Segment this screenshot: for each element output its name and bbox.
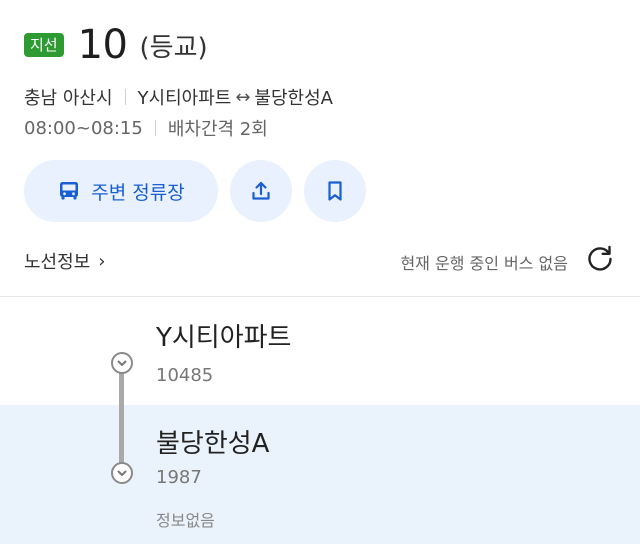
bidirectional-arrow-icon: ↔ bbox=[235, 86, 251, 108]
stop-name: 불당한성A bbox=[156, 429, 270, 459]
nearby-stops-button[interactable]: 주변 정류장 bbox=[24, 160, 218, 222]
refresh-button[interactable] bbox=[584, 242, 616, 274]
stop-node-chevron-down-icon bbox=[111, 352, 133, 374]
arrival-info-text: 정보없음 bbox=[156, 511, 215, 530]
stop-row[interactable]: 불당한성A 1987 정보없음 bbox=[0, 405, 640, 544]
operating-hours: 08:00~08:15 bbox=[24, 117, 143, 139]
action-buttons: 주변 정류장 bbox=[24, 160, 366, 222]
bookmark-button[interactable] bbox=[304, 160, 366, 222]
bus-icon bbox=[57, 179, 81, 203]
chevron-right-icon: › bbox=[98, 250, 106, 272]
stop-row[interactable]: Y시티아파트 10485 bbox=[0, 297, 640, 405]
divider bbox=[124, 89, 126, 105]
stop-node-chevron-down-icon bbox=[111, 462, 133, 484]
route-subtitle: (등교) bbox=[139, 32, 208, 63]
share-icon bbox=[249, 179, 273, 203]
route-summary: 충남 아산시 Y시티아파트 ↔ 불당한성A bbox=[24, 84, 333, 110]
bookmark-icon bbox=[323, 179, 347, 203]
route-number: 10 bbox=[77, 22, 128, 68]
stop-id: 10485 bbox=[156, 365, 214, 386]
share-button[interactable] bbox=[230, 160, 292, 222]
route-info-label: 노선정보 bbox=[24, 252, 91, 273]
origin-label: Y시티아파트 bbox=[137, 88, 232, 109]
refresh-icon bbox=[584, 242, 616, 274]
route-info-link[interactable]: 노선정보 › bbox=[24, 248, 105, 274]
route-header: 지선 10 (등교) bbox=[24, 22, 208, 68]
divider bbox=[154, 120, 156, 136]
destination-label: 불당한성A bbox=[254, 88, 333, 109]
region-label: 충남 아산시 bbox=[24, 88, 113, 109]
stop-id: 1987 bbox=[156, 467, 202, 488]
schedule-summary: 08:00~08:15 배차간격 2회 bbox=[24, 115, 268, 141]
route-line bbox=[119, 372, 124, 469]
nearby-stops-label: 주변 정류장 bbox=[91, 181, 185, 204]
interval-label: 배차간격 2회 bbox=[167, 119, 268, 140]
route-type-badge: 지선 bbox=[24, 33, 64, 57]
stop-name: Y시티아파트 bbox=[156, 323, 292, 353]
bus-status-text: 현재 운행 중인 버스 없음 bbox=[400, 254, 568, 273]
